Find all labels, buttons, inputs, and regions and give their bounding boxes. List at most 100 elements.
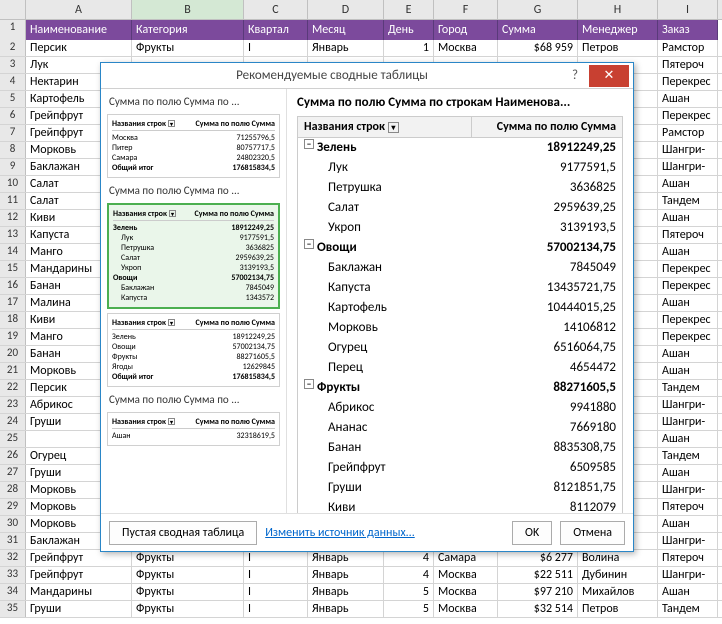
hdr-quarter[interactable]: Квартал	[244, 20, 308, 40]
cell[interactable]: Перекрес	[658, 261, 718, 277]
preview-child-row[interactable]: Салат2959639,25	[298, 198, 622, 218]
cell[interactable]: I	[244, 40, 308, 56]
cell[interactable]: Пятероч	[658, 57, 718, 73]
preview-child-row[interactable]: Абрикос9941880	[298, 398, 622, 418]
row-header[interactable]: 5	[0, 91, 26, 107]
cell[interactable]: Январь	[308, 550, 384, 566]
preview-child-row[interactable]: Грейпфрут6509585	[298, 458, 622, 478]
preview-group-row[interactable]: −Зелень18912249,25	[298, 138, 622, 158]
cell[interactable]: Москва	[434, 584, 498, 600]
cell[interactable]: Грейпфрут	[26, 567, 132, 583]
cell[interactable]: Петров	[578, 601, 658, 617]
row-header[interactable]: 4	[0, 74, 26, 90]
dropdown-icon[interactable]: ▾	[388, 122, 399, 133]
cell[interactable]: Перекрес	[658, 278, 718, 294]
row-header[interactable]: 26	[0, 448, 26, 464]
hdr-sum[interactable]: Сумма	[498, 20, 578, 40]
col-header-I[interactable]: I	[658, 0, 718, 19]
cell[interactable]: I	[244, 567, 308, 583]
cell[interactable]: Груши	[26, 601, 132, 617]
preview-child-row[interactable]: Баклажан7845049	[298, 258, 622, 278]
row-header[interactable]: 2	[0, 40, 26, 56]
col-header-G[interactable]: G	[498, 0, 578, 19]
preview-child-row[interactable]: Лук9177591,5	[298, 158, 622, 178]
row-header[interactable]: 19	[0, 329, 26, 345]
preview-child-row[interactable]: Перец4654472	[298, 358, 622, 378]
cell[interactable]: Ашан	[658, 176, 718, 192]
row-header[interactable]: 13	[0, 227, 26, 243]
select-all-corner[interactable]	[0, 0, 26, 19]
hdr-mgr[interactable]: Менеджер	[578, 20, 658, 40]
row-header[interactable]: 28	[0, 482, 26, 498]
pivot-thumb-3[interactable]: Названия строк▾Сумма по полю Сумма Зелен…	[107, 313, 280, 387]
cell[interactable]: Волина	[578, 550, 658, 566]
row-header[interactable]: 15	[0, 261, 26, 277]
cell[interactable]: Фрукты	[132, 601, 244, 617]
row-header[interactable]: 9	[0, 159, 26, 175]
change-source-link[interactable]: Изменить источник данных...	[265, 526, 415, 540]
cell[interactable]: Ашан	[658, 465, 718, 481]
hdr-order[interactable]: Заказ	[658, 20, 718, 40]
pivot-thumb-4[interactable]: Названия строк▾Сумма по полю Сумма Ашан3…	[107, 412, 280, 446]
cell[interactable]: Пятероч	[658, 227, 718, 243]
cell[interactable]: Дубинин	[578, 567, 658, 583]
row-header[interactable]: 29	[0, 499, 26, 515]
col-header-D[interactable]: D	[308, 0, 384, 19]
cell[interactable]: Январь	[308, 601, 384, 617]
collapse-icon[interactable]: −	[304, 239, 314, 249]
cell[interactable]: Фрукты	[132, 584, 244, 600]
pivot-thumb-2[interactable]: Названия строк▾Сумма по полю Сумма Зелен…	[107, 203, 280, 309]
row-header[interactable]: 10	[0, 176, 26, 192]
preview-child-row[interactable]: Картофель10444015,25	[298, 298, 622, 318]
row-header[interactable]: 6	[0, 108, 26, 124]
collapse-icon[interactable]: −	[304, 379, 314, 389]
preview-child-row[interactable]: Укроп3139193,5	[298, 218, 622, 238]
col-header-A[interactable]: A	[26, 0, 132, 19]
close-button[interactable]: ✕	[589, 65, 629, 87]
preview-group-row[interactable]: −Овощи57002134,75	[298, 238, 622, 258]
col-header-C[interactable]: C	[244, 0, 308, 19]
row-header[interactable]: 23	[0, 397, 26, 413]
cancel-button[interactable]: Отмена	[560, 521, 625, 545]
col-header-E[interactable]: E	[384, 0, 434, 19]
cell[interactable]: Шангри-	[658, 397, 718, 413]
preview-child-row[interactable]: Огурец6516064,75	[298, 338, 622, 358]
row-header[interactable]: 21	[0, 363, 26, 379]
row-header[interactable]: 3	[0, 57, 26, 73]
cell[interactable]: Перекрес	[658, 329, 718, 345]
preview-child-row[interactable]: Банан8835308,75	[298, 438, 622, 458]
row-header[interactable]: 20	[0, 346, 26, 362]
preview-child-row[interactable]: Петрушка3636825	[298, 178, 622, 198]
preview-child-row[interactable]: Морковь14106812	[298, 318, 622, 338]
cell[interactable]: Тандем	[658, 448, 718, 464]
row-header[interactable]: 7	[0, 125, 26, 141]
cell[interactable]: Шангри-	[658, 482, 718, 498]
col-header-B[interactable]: B	[132, 0, 244, 19]
row-header[interactable]: 34	[0, 584, 26, 600]
row-header[interactable]: 25	[0, 431, 26, 447]
cell[interactable]: Ашан	[658, 91, 718, 107]
cell[interactable]: Москва	[434, 40, 498, 56]
cell[interactable]: Ашан	[658, 516, 718, 532]
hdr-name[interactable]: Наименование	[26, 20, 132, 40]
cell[interactable]: Шангри-	[658, 142, 718, 158]
row-header[interactable]: 27	[0, 465, 26, 481]
hdr-cat[interactable]: Категория	[132, 20, 244, 40]
preview-child-row[interactable]: Капуста13435721,75	[298, 278, 622, 298]
help-button[interactable]: ?	[563, 68, 587, 83]
col-header-H[interactable]: H	[578, 0, 658, 19]
cell[interactable]: Грейпфрут	[26, 550, 132, 566]
cell[interactable]: Ашан	[658, 295, 718, 311]
cell[interactable]: I	[244, 601, 308, 617]
cell[interactable]: I	[244, 550, 308, 566]
cell[interactable]: Шангри-	[658, 414, 718, 430]
cell[interactable]: Петров	[578, 40, 658, 56]
preview-child-row[interactable]: Ананас7669180	[298, 418, 622, 438]
cell[interactable]: 1	[384, 40, 434, 56]
cell[interactable]: Перекрес	[658, 108, 718, 124]
cell[interactable]: $68 959	[498, 40, 578, 56]
cell[interactable]: Самара	[434, 550, 498, 566]
cell[interactable]: 4	[384, 567, 434, 583]
row-header-1[interactable]: 1	[0, 20, 26, 40]
row-header[interactable]: 22	[0, 380, 26, 396]
